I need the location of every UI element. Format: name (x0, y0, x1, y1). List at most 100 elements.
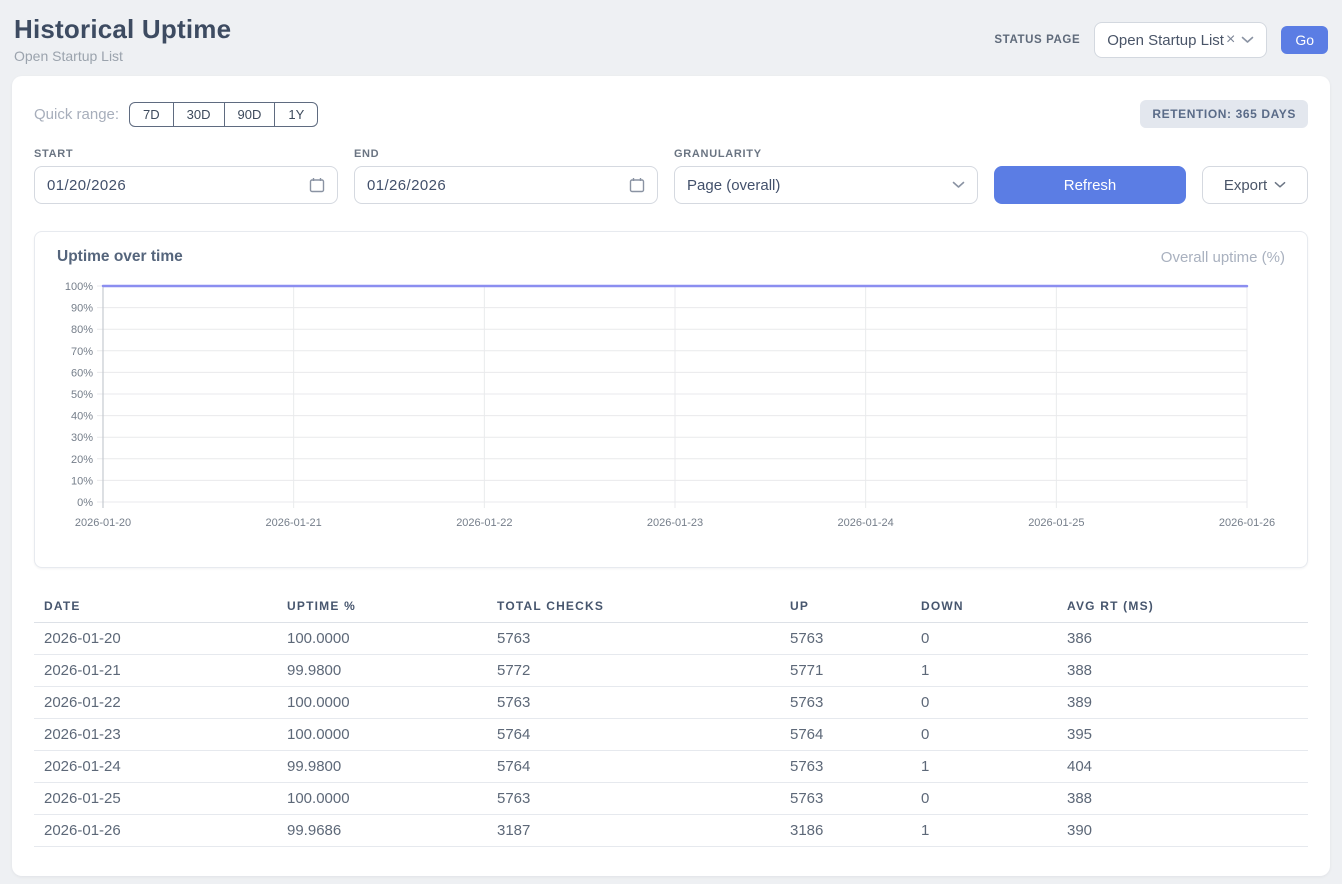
clear-icon[interactable]: × (1226, 32, 1235, 48)
table-cell: 388 (1057, 655, 1308, 687)
table-cell: 388 (1057, 783, 1308, 815)
svg-text:10%: 10% (71, 475, 93, 487)
table-cell: 2026-01-25 (34, 783, 277, 815)
filters-row: START 01/20/2026 END 01/26/2026 (34, 148, 1308, 204)
end-date-field: END 01/26/2026 (354, 148, 658, 204)
table-column-header: AVG RT (MS) (1057, 593, 1308, 623)
table-cell: 2026-01-23 (34, 719, 277, 751)
svg-text:2026-01-22: 2026-01-22 (456, 517, 512, 529)
table-cell: 2026-01-26 (34, 815, 277, 847)
calendar-icon[interactable] (309, 177, 325, 193)
table-cell: 0 (911, 719, 1057, 751)
start-date-value: 01/20/2026 (47, 177, 126, 194)
table-cell: 5763 (487, 623, 780, 655)
svg-text:60%: 60% (71, 367, 93, 379)
table-cell: 2026-01-24 (34, 751, 277, 783)
svg-text:2026-01-23: 2026-01-23 (647, 517, 703, 529)
chevron-down-icon (952, 181, 965, 189)
topbar-left: Historical Uptime Open Startup List (14, 14, 231, 64)
table-cell: 5764 (487, 719, 780, 751)
table-cell: 0 (911, 687, 1057, 719)
svg-text:2026-01-25: 2026-01-25 (1028, 517, 1084, 529)
table-cell: 5771 (780, 655, 911, 687)
table-cell: 100.0000 (277, 719, 487, 751)
svg-text:2026-01-24: 2026-01-24 (838, 517, 894, 529)
page-title: Historical Uptime (14, 14, 231, 45)
table-cell: 5763 (487, 687, 780, 719)
granularity-label: GRANULARITY (674, 148, 978, 160)
table-cell: 5763 (780, 751, 911, 783)
svg-text:30%: 30% (71, 432, 93, 444)
table-row: 2026-01-2699.9686318731861390 (34, 815, 1308, 847)
table-cell: 395 (1057, 719, 1308, 751)
quick-range-7d-button[interactable]: 7D (129, 102, 174, 127)
table-cell: 2026-01-21 (34, 655, 277, 687)
chevron-down-icon (1274, 181, 1286, 189)
table-cell: 390 (1057, 815, 1308, 847)
export-button-label: Export (1224, 177, 1267, 194)
start-date-input[interactable]: 01/20/2026 (34, 166, 338, 204)
page: Historical Uptime Open Startup List STAT… (0, 0, 1342, 884)
table-cell: 1 (911, 815, 1057, 847)
table-cell: 5763 (780, 623, 911, 655)
svg-text:80%: 80% (71, 324, 93, 336)
table-column-header: UPTIME % (277, 593, 487, 623)
uptime-table-body: 2026-01-20100.00005763576303862026-01-21… (34, 623, 1308, 847)
chart-legend: Overall uptime (%) (1161, 249, 1285, 266)
end-date-input[interactable]: 01/26/2026 (354, 166, 658, 204)
chevron-down-icon (1241, 36, 1254, 44)
table-cell: 5763 (780, 687, 911, 719)
quick-range-30d-button[interactable]: 30D (173, 102, 225, 127)
svg-text:70%: 70% (71, 346, 93, 358)
table-column-header: UP (780, 593, 911, 623)
quick-range-90d-button[interactable]: 90D (224, 102, 276, 127)
status-page-label: STATUS PAGE (994, 34, 1080, 46)
table-cell: 3186 (780, 815, 911, 847)
status-page-selected-value: Open Startup List (1107, 32, 1224, 49)
svg-text:20%: 20% (71, 454, 93, 466)
main-card: Quick range: 7D 30D 90D 1Y RETENTION: 36… (12, 76, 1330, 876)
filters-top-row: Quick range: 7D 30D 90D 1Y RETENTION: 36… (34, 100, 1308, 128)
table-cell: 404 (1057, 751, 1308, 783)
table-cell: 2026-01-20 (34, 623, 277, 655)
quick-range-segmented: 7D 30D 90D 1Y (129, 102, 318, 127)
calendar-icon[interactable] (629, 177, 645, 193)
page-subtitle: Open Startup List (14, 48, 231, 64)
table-cell: 100.0000 (277, 623, 487, 655)
go-button[interactable]: Go (1281, 26, 1328, 54)
table-cell: 3187 (487, 815, 780, 847)
table-cell: 99.9800 (277, 655, 487, 687)
table-cell: 99.9800 (277, 751, 487, 783)
svg-text:90%: 90% (71, 303, 93, 315)
granularity-selected-value: Page (overall) (687, 177, 780, 194)
chart-title: Uptime over time (57, 248, 183, 266)
svg-text:50%: 50% (71, 389, 93, 401)
quick-range-label: Quick range: (34, 106, 119, 123)
retention-badge: RETENTION: 365 DAYS (1140, 100, 1308, 128)
start-date-field: START 01/20/2026 (34, 148, 338, 204)
table-cell: 1 (911, 751, 1057, 783)
export-button[interactable]: Export (1202, 166, 1308, 204)
table-cell: 99.9686 (277, 815, 487, 847)
end-date-value: 01/26/2026 (367, 177, 446, 194)
topbar-right: STATUS PAGE Open Startup List × Go (994, 22, 1328, 58)
table-column-header: DATE (34, 593, 277, 623)
status-page-select[interactable]: Open Startup List × (1094, 22, 1267, 58)
uptime-table-head: DATEUPTIME %TOTAL CHECKSUPDOWNAVG RT (MS… (34, 593, 1308, 623)
table-row: 2026-01-22100.0000576357630389 (34, 687, 1308, 719)
table-row: 2026-01-25100.0000576357630388 (34, 783, 1308, 815)
table-cell: 5772 (487, 655, 780, 687)
table-header-row: DATEUPTIME %TOTAL CHECKSUPDOWNAVG RT (MS… (34, 593, 1308, 623)
svg-text:40%: 40% (71, 411, 93, 423)
table-cell: 100.0000 (277, 687, 487, 719)
table-cell: 5764 (780, 719, 911, 751)
table-column-header: DOWN (911, 593, 1057, 623)
uptime-table: DATEUPTIME %TOTAL CHECKSUPDOWNAVG RT (MS… (34, 593, 1308, 847)
quick-range-1y-button[interactable]: 1Y (274, 102, 318, 127)
topbar: Historical Uptime Open Startup List STAT… (12, 12, 1330, 76)
refresh-button[interactable]: Refresh (994, 166, 1186, 204)
table-cell: 2026-01-22 (34, 687, 277, 719)
table-cell: 0 (911, 783, 1057, 815)
table-row: 2026-01-20100.0000576357630386 (34, 623, 1308, 655)
granularity-select[interactable]: Page (overall) (674, 166, 978, 204)
